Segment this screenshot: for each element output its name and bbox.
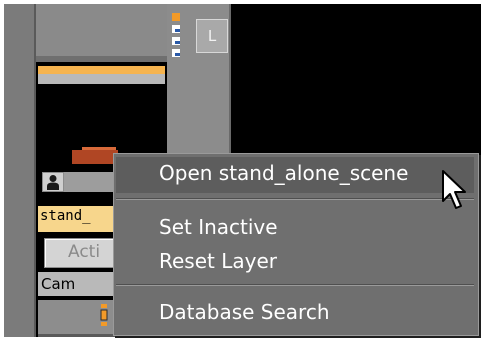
layer-panel-header [36, 4, 167, 62]
layer-l-button[interactable]: L [196, 19, 228, 53]
menu-item-database-search[interactable]: Database Search [159, 300, 330, 324]
layer-l-button-label: L [207, 27, 217, 45]
user-icon-button[interactable] [42, 172, 64, 192]
menu-separator-highlight [116, 199, 474, 200]
layer-panel-header-shade [36, 56, 167, 62]
layer-name-text: stand_ [40, 208, 91, 224]
layer-bottom-edge [38, 334, 116, 337]
drag-handle-icon[interactable] [100, 304, 108, 326]
layer-bar [38, 74, 165, 84]
mouse-cursor-icon [442, 170, 466, 209]
menu-item-set-inactive[interactable]: Set Inactive [159, 215, 278, 239]
person-icon [47, 175, 59, 190]
menu-separator-highlight [116, 285, 474, 286]
layer-state-icons[interactable] [171, 12, 181, 60]
camera-label: Cam [41, 275, 76, 293]
thumbnail-shape [72, 150, 118, 164]
layer-row-background [64, 172, 116, 192]
layer-selection-bar[interactable] [38, 66, 165, 74]
menu-item-reset-layer[interactable]: Reset Layer [159, 249, 277, 273]
menu-item-open-scene[interactable]: Open stand_alone_scene [159, 161, 408, 185]
active-button-label: Acti [68, 242, 101, 262]
left-panel-strip [4, 4, 34, 337]
